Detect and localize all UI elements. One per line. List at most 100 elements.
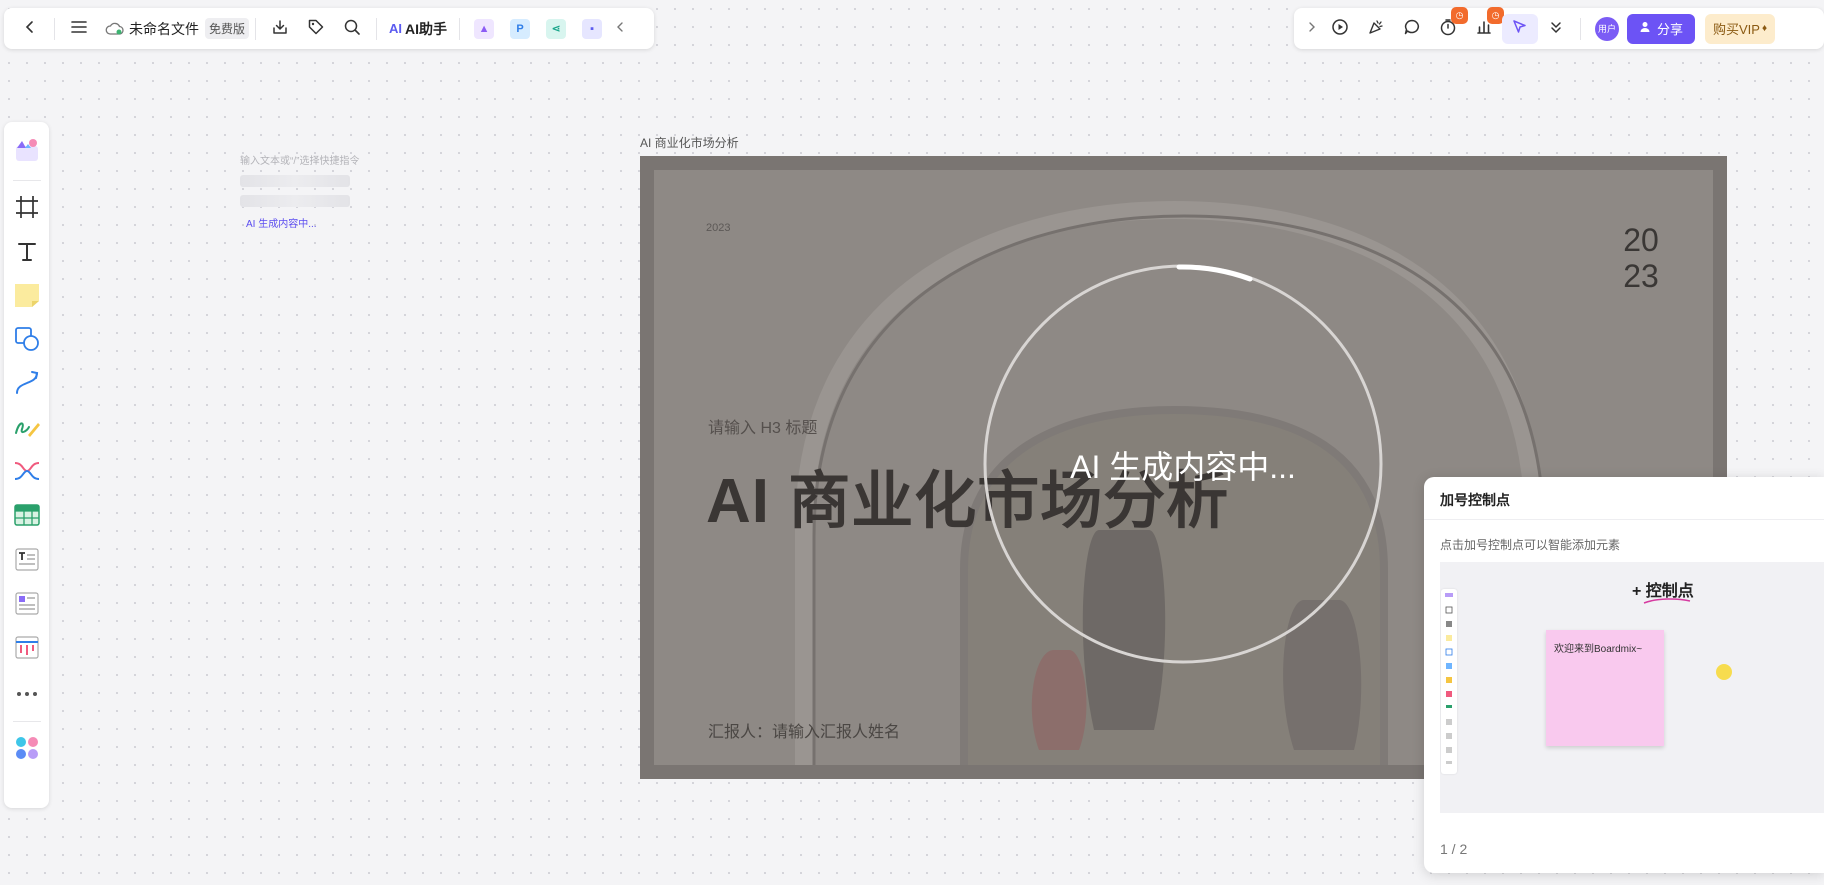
text-block-tool[interactable] <box>10 539 44 583</box>
tip-description: 点击加号控制点可以智能添加元素 <box>1440 538 1621 552</box>
chevron-right-icon <box>1307 20 1317 37</box>
search-icon <box>343 18 361 40</box>
divider <box>255 17 257 40</box>
share-label: 分享 <box>1657 22 1684 37</box>
hamburger-menu-icon <box>71 20 87 38</box>
file-name[interactable]: 未命名文件 <box>129 19 199 39</box>
tag-button[interactable] <box>298 14 334 44</box>
mindmap-icon <box>13 457 41 490</box>
ppt-icon: P <box>510 18 531 39</box>
menu-button[interactable] <box>61 14 97 44</box>
prompt-hint: 输入文本或“/”选择快捷指令 <box>240 156 360 167</box>
tip-page-indicator: 1 / 2 <box>1440 841 1468 857</box>
shape-tool[interactable] <box>10 319 44 363</box>
vip-label: 购买VIP <box>1713 22 1760 37</box>
card-tool[interactable] <box>10 583 44 627</box>
shapes-icon <box>13 325 41 358</box>
text-tool[interactable] <box>10 231 44 275</box>
slide-reporter[interactable]: 汇报人：请输入汇报人姓名 <box>708 718 900 742</box>
timer-button[interactable]: ◷ <box>1430 6 1468 44</box>
connector-tool[interactable] <box>10 363 44 407</box>
back-button[interactable] <box>12 14 48 44</box>
slide-h3-placeholder[interactable]: 请输入 H3 标题 <box>708 414 817 438</box>
table-icon <box>13 501 41 534</box>
table-tool[interactable] <box>10 495 44 539</box>
template-icon <box>13 136 41 169</box>
divider <box>12 721 41 722</box>
card-list-icon <box>13 589 41 622</box>
cloud-sync-icon <box>105 22 125 36</box>
search-button[interactable] <box>334 14 370 44</box>
tool-sidebar <box>4 122 49 808</box>
template-tool[interactable] <box>10 130 44 174</box>
vote-button[interactable]: ◷ <box>1466 6 1504 44</box>
celebrate-button[interactable] <box>1358 14 1394 44</box>
mindmap-tool[interactable] <box>10 451 44 495</box>
add-user-icon <box>1639 20 1653 37</box>
buy-vip-button[interactable]: 购买VIP ♦ <box>1705 13 1776 44</box>
divider <box>54 17 55 40</box>
loading-skeleton <box>240 175 350 187</box>
avatar[interactable]: 用户 <box>1595 16 1619 41</box>
share-button[interactable]: 分享 <box>1627 13 1696 44</box>
tip-panel: 加号控制点 点击加号控制点可以智能添加元素 + 控制点 欢迎来到Boardmix… <box>1424 477 1824 873</box>
mindmap-icon: ⋖ <box>546 18 567 39</box>
divider <box>376 17 378 40</box>
frame-icon <box>14 194 40 225</box>
ai-ppt-button[interactable]: P <box>502 14 538 44</box>
text-icon <box>15 239 39 268</box>
pen-icon <box>13 413 41 446</box>
ai-image-button[interactable]: ▲ <box>466 14 502 44</box>
double-chevron-down-icon <box>1549 20 1563 38</box>
ai-mindmap-button[interactable]: ⋖ <box>538 14 574 44</box>
kanban-tool[interactable] <box>10 627 44 671</box>
flame-icon: ♦ <box>1761 23 1768 34</box>
comment-icon <box>1403 18 1421 40</box>
frame-label[interactable]: AI 商业化市场分析 <box>640 134 739 151</box>
connector-line-icon <box>13 369 41 402</box>
loading-text: AI 生成内容中... <box>1070 449 1296 485</box>
divider <box>459 17 461 40</box>
divider <box>12 180 41 181</box>
play-icon <box>1331 18 1349 40</box>
divider <box>1580 17 1581 40</box>
slide-year-top: 20 <box>1623 222 1659 258</box>
tag-icon <box>307 18 325 40</box>
tip-preview-image: + 控制点 欢迎来到Boardmix~ <box>1440 562 1824 813</box>
comment-button[interactable] <box>1394 14 1430 44</box>
ai-helper-button[interactable]: AI AI助手 <box>383 19 453 39</box>
top-right-toolbar: ◷ ◷ 用户 分享 购买VIP ♦ <box>1294 6 1824 49</box>
collapse-toolbar-button[interactable] <box>610 14 630 44</box>
party-popper-icon <box>1367 18 1385 40</box>
more-tools-button[interactable] <box>10 671 44 715</box>
chevron-left-icon <box>615 20 625 37</box>
document-text-icon <box>13 545 41 578</box>
ai-prompt-block: 输入文本或“/”选择快捷指令 AI 生成内容中... <box>240 152 370 230</box>
more-collab-button[interactable] <box>1538 14 1574 44</box>
follow-cursor-button[interactable] <box>1502 13 1538 44</box>
plan-badge: 免费版 <box>205 18 250 39</box>
pen-tool[interactable] <box>10 407 44 451</box>
export-button[interactable] <box>262 14 298 44</box>
more-horizontal-icon <box>15 684 39 702</box>
ai-helper-label: AI助手 <box>405 20 448 37</box>
tip-title: 加号控制点 <box>1440 492 1510 508</box>
top-toolbar: 未命名文件 免费版 AI AI助手 ▲ P ⋖ ▪ <box>4 8 654 49</box>
frame-tool[interactable] <box>10 187 44 231</box>
slide-year-bottom: 23 <box>1623 258 1659 294</box>
ai-chat-button[interactable]: ▪ <box>574 14 610 44</box>
kanban-icon <box>13 633 41 666</box>
slide-year-big: 20 23 <box>1621 222 1661 294</box>
sticky-note-icon <box>13 281 41 314</box>
slide-year-small: 2023 <box>706 222 731 234</box>
ai-image-icon: ▲ <box>474 18 495 39</box>
chat-bubble-icon: ▪ <box>582 18 603 39</box>
apps-button[interactable] <box>10 728 44 772</box>
download-icon <box>271 18 289 40</box>
preview-sidebar <box>1441 589 1457 774</box>
expand-toolbar-button[interactable] <box>1302 14 1322 44</box>
sticky-note-tool[interactable] <box>10 275 44 319</box>
prompt-status: AI 生成内容中... <box>246 219 317 230</box>
loading-skeleton <box>240 195 350 207</box>
present-button[interactable] <box>1322 14 1358 44</box>
